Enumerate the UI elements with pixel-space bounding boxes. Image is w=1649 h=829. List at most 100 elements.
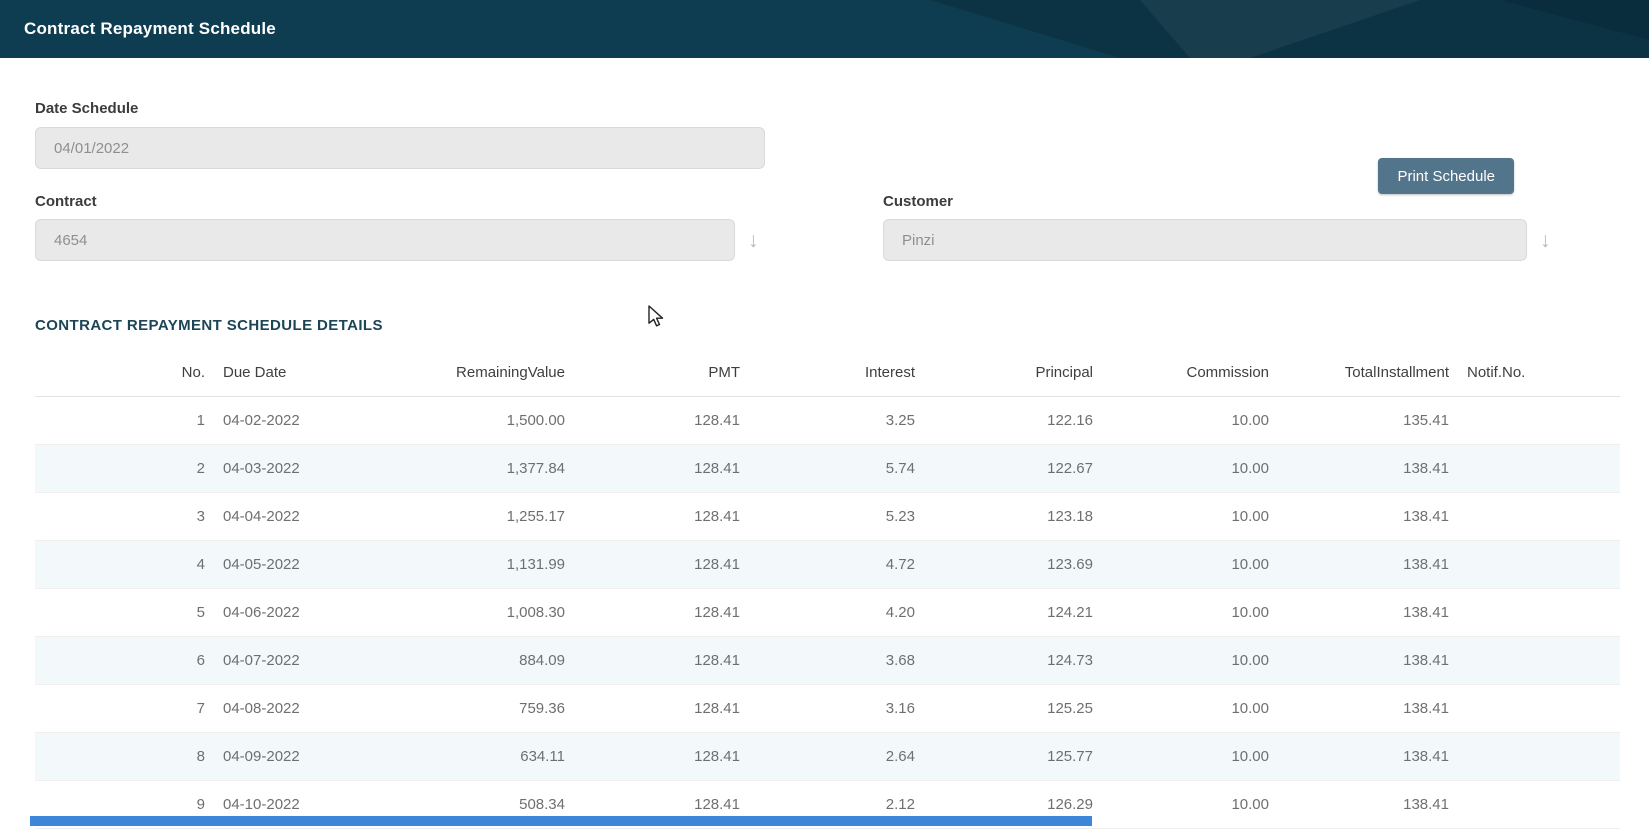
table-cell: 138.41: [1269, 540, 1449, 588]
table-cell: 138.41: [1269, 780, 1449, 828]
table-cell: [1449, 396, 1620, 444]
table-cell: 1: [35, 396, 205, 444]
table-cell: 128.41: [565, 732, 740, 780]
repayment-schedule-table: No.Due DateRemainingValuePMTInterestPrin…: [35, 350, 1620, 829]
table-cell: 128.41: [565, 636, 740, 684]
table-row: 304-04-20221,255.17128.415.23123.1810.00…: [35, 492, 1620, 540]
table-cell: 122.67: [915, 444, 1093, 492]
table-cell: 2.64: [740, 732, 915, 780]
table-cell: 4: [35, 540, 205, 588]
table-cell: 1,377.84: [365, 444, 565, 492]
print-schedule-button[interactable]: Print Schedule: [1378, 158, 1514, 194]
table-cell: 04-09-2022: [205, 732, 365, 780]
form-row: Contract ↓ Customer ↓: [35, 193, 1649, 261]
date-schedule-label: Date Schedule: [35, 100, 1649, 117]
table-cell: 3.16: [740, 684, 915, 732]
table-cell: [1449, 540, 1620, 588]
table-cell: 124.21: [915, 588, 1093, 636]
column-header-no-: No.: [35, 350, 205, 396]
table-cell: 04-05-2022: [205, 540, 365, 588]
table-row: 104-02-20221,500.00128.413.25122.1610.00…: [35, 396, 1620, 444]
table-cell: 04-08-2022: [205, 684, 365, 732]
table-cell: [1449, 780, 1620, 828]
table-cell: 138.41: [1269, 492, 1449, 540]
table-cell: 1,500.00: [365, 396, 565, 444]
table-cell: 04-04-2022: [205, 492, 365, 540]
contract-field-group: Contract ↓: [35, 193, 883, 261]
table-cell: 884.09: [365, 636, 565, 684]
contract-dropdown-arrow-icon[interactable]: ↓: [748, 230, 759, 251]
customer-dropdown-arrow-icon[interactable]: ↓: [1540, 230, 1551, 251]
table-row: 204-03-20221,377.84128.415.74122.6710.00…: [35, 444, 1620, 492]
table-cell: 10.00: [1093, 636, 1269, 684]
customer-input-wrap: ↓: [883, 219, 1649, 261]
table-cell: 4.72: [740, 540, 915, 588]
table-cell: 135.41: [1269, 396, 1449, 444]
table-cell: 138.41: [1269, 732, 1449, 780]
table-cell: 6: [35, 636, 205, 684]
customer-field-group: Customer ↓: [883, 193, 1649, 261]
table-cell: 123.18: [915, 492, 1093, 540]
table-cell: [1449, 636, 1620, 684]
column-header-totalinstallment: TotalInstallment: [1269, 350, 1449, 396]
table-cell: [1449, 444, 1620, 492]
table-cell: 138.41: [1269, 684, 1449, 732]
table-cell: 10.00: [1093, 780, 1269, 828]
table-cell: 8: [35, 732, 205, 780]
contract-label: Contract: [35, 193, 883, 210]
table-row: 804-09-2022634.11128.412.64125.7710.0013…: [35, 732, 1620, 780]
table-cell: 125.77: [915, 732, 1093, 780]
table-cell: [1449, 588, 1620, 636]
table-cell: 10.00: [1093, 588, 1269, 636]
table-cell: 4.20: [740, 588, 915, 636]
table-header-row: No.Due DateRemainingValuePMTInterestPrin…: [35, 350, 1620, 396]
main-content: Print Schedule Date Schedule Contract ↓ …: [0, 58, 1649, 826]
table-cell: 128.41: [565, 396, 740, 444]
table-cell: 1,255.17: [365, 492, 565, 540]
table-cell: 5: [35, 588, 205, 636]
table-cell: 04-07-2022: [205, 636, 365, 684]
table-cell: [1449, 732, 1620, 780]
table-row: 704-08-2022759.36128.413.16125.2510.0013…: [35, 684, 1620, 732]
table-cell: 123.69: [915, 540, 1093, 588]
table-cell: 1,008.30: [365, 588, 565, 636]
table-cell: 634.11: [365, 732, 565, 780]
customer-label: Customer: [883, 193, 1649, 210]
table-cell: 3.68: [740, 636, 915, 684]
table-cell: [1449, 684, 1620, 732]
contract-input[interactable]: [35, 219, 735, 261]
table-cell: 124.73: [915, 636, 1093, 684]
table-cell: 10.00: [1093, 732, 1269, 780]
customer-input[interactable]: [883, 219, 1527, 261]
column-header-due-date: Due Date: [205, 350, 365, 396]
table-cell: 04-02-2022: [205, 396, 365, 444]
table-cell: 04-06-2022: [205, 588, 365, 636]
table-cell: 138.41: [1269, 588, 1449, 636]
table-cell: 125.25: [915, 684, 1093, 732]
horizontal-scrollbar-thumb[interactable]: [30, 816, 1092, 826]
title-bar: Contract Repayment Schedule: [0, 0, 1649, 58]
table-cell: 2: [35, 444, 205, 492]
table-cell: 138.41: [1269, 636, 1449, 684]
table-cell: [1449, 492, 1620, 540]
column-header-interest: Interest: [740, 350, 915, 396]
column-header-remainingvalue: RemainingValue: [365, 350, 565, 396]
table-cell: 5.74: [740, 444, 915, 492]
table-cell: 128.41: [565, 684, 740, 732]
date-schedule-input[interactable]: [35, 127, 765, 169]
column-header-principal: Principal: [915, 350, 1093, 396]
table-cell: 128.41: [565, 444, 740, 492]
table-cell: 3: [35, 492, 205, 540]
table-cell: 5.23: [740, 492, 915, 540]
column-header-commission: Commission: [1093, 350, 1269, 396]
table-body: 104-02-20221,500.00128.413.25122.1610.00…: [35, 396, 1620, 828]
table-cell: 7: [35, 684, 205, 732]
table-cell: 1,131.99: [365, 540, 565, 588]
table-cell: 128.41: [565, 540, 740, 588]
table-cell: 10.00: [1093, 540, 1269, 588]
table-row: 504-06-20221,008.30128.414.20124.2110.00…: [35, 588, 1620, 636]
column-header-pmt: PMT: [565, 350, 740, 396]
table-cell: 10.00: [1093, 444, 1269, 492]
table-cell: 128.41: [565, 492, 740, 540]
section-title: CONTRACT REPAYMENT SCHEDULE DETAILS: [35, 317, 1649, 334]
